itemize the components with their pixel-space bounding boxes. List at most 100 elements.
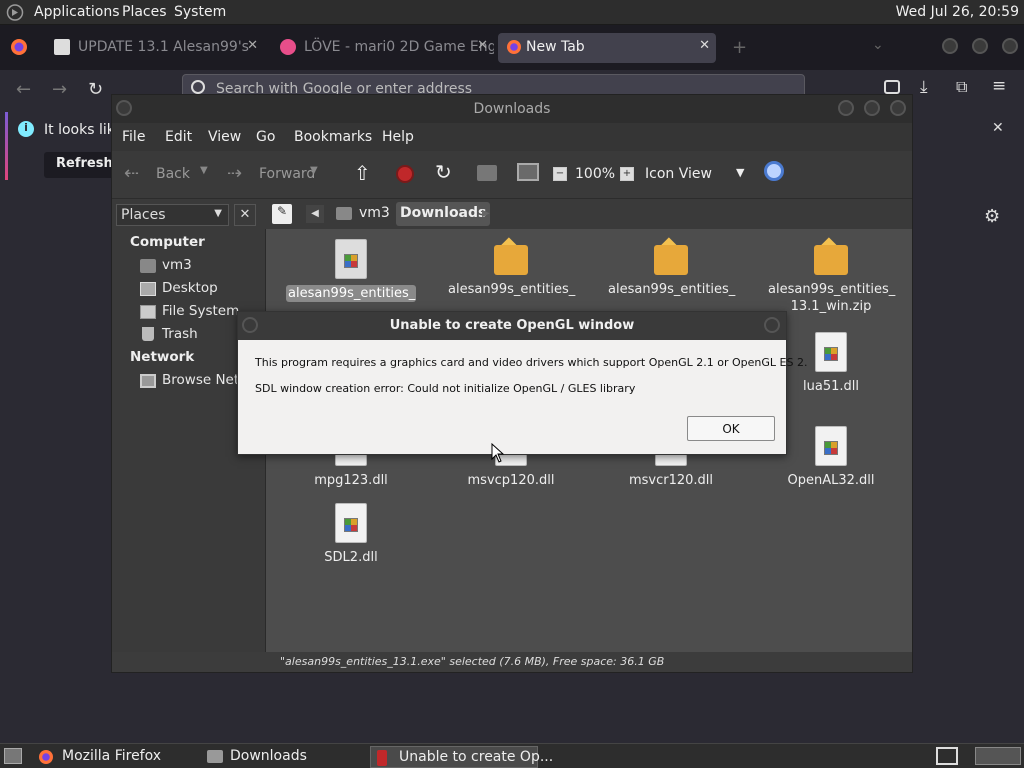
chevron-down-icon[interactable]: ▼: [310, 165, 318, 176]
path-left-arrow[interactable]: ◀: [306, 205, 324, 223]
chevron-down-icon: ▼: [214, 208, 222, 219]
file-item[interactable]: alesan99s_entities_: [446, 237, 576, 298]
file-name: mpg123.dll: [314, 473, 388, 488]
taskbar-item-firefox[interactable]: Mozilla Firefox: [34, 746, 167, 768]
pocket-icon[interactable]: [884, 80, 900, 94]
view-mode-select[interactable]: Icon View: [645, 166, 712, 182]
menu-edit[interactable]: Edit: [165, 129, 192, 145]
sidebar-heading-network: Network: [130, 349, 195, 365]
close-window-button[interactable]: [764, 317, 780, 333]
back-button[interactable]: Back: [156, 166, 190, 182]
menu-file[interactable]: File: [122, 129, 145, 145]
tab-new-tab[interactable]: New Tab ✕: [498, 33, 716, 63]
site-icon: [54, 39, 70, 55]
reload-icon[interactable]: ↻: [435, 160, 452, 184]
sidebar-item-file-system[interactable]: File System: [162, 303, 239, 319]
path-vm3[interactable]: vm3: [359, 205, 390, 221]
chevron-down-icon[interactable]: ▼: [736, 166, 744, 179]
minimize-button[interactable]: [838, 100, 854, 116]
close-icon[interactable]: ✕: [477, 38, 488, 53]
zoom-level: 100%: [575, 166, 616, 182]
path-right-arrow[interactable]: ▶: [482, 205, 490, 223]
workspace-switcher-icon[interactable]: [936, 747, 958, 765]
sidebar-item-desktop[interactable]: Desktop: [162, 280, 218, 296]
close-sidebar-button[interactable]: ✕: [234, 204, 256, 226]
back-arrow-icon[interactable]: ⇠: [124, 163, 139, 184]
menu-places[interactable]: Places: [122, 4, 167, 20]
close-icon[interactable]: ✕: [992, 120, 1004, 136]
chevron-down-icon[interactable]: ▼: [200, 165, 208, 176]
minimize-button[interactable]: [942, 38, 958, 54]
zoom-out-icon[interactable]: −: [553, 167, 567, 181]
file-item[interactable]: alesan99s_entities_ 13.1_win.zip: [766, 237, 896, 315]
menu-go[interactable]: Go: [256, 129, 275, 145]
forward-arrow-icon[interactable]: ⇢: [227, 163, 242, 184]
gear-icon[interactable]: ⚙: [984, 206, 1000, 227]
maximize-button[interactable]: [864, 100, 880, 116]
file-name: alesan99s_entities_: [608, 282, 736, 297]
firefox-icon: [506, 39, 522, 55]
ok-button[interactable]: OK: [687, 416, 775, 441]
up-arrow-icon[interactable]: ⇧: [354, 161, 371, 185]
window-titlebar[interactable]: Downloads: [112, 95, 912, 123]
file-name: msvcp120.dll: [467, 473, 555, 488]
sidebar-item-trash[interactable]: Trash: [162, 326, 198, 342]
firefox-icon[interactable]: [10, 38, 28, 56]
taskbar-label: Downloads: [230, 748, 307, 764]
tab-love-engine[interactable]: LÖVE - mari0 2D Game Eng ✕: [272, 33, 494, 63]
menu-system[interactable]: System: [174, 4, 226, 20]
close-icon[interactable]: ✕: [247, 38, 258, 53]
maximize-button[interactable]: [972, 38, 988, 54]
menu-view[interactable]: View: [208, 129, 241, 145]
executable-icon: [335, 239, 367, 279]
close-window-button[interactable]: [1002, 38, 1018, 54]
file-item[interactable]: SDL2.dll: [286, 503, 416, 566]
error-dialog: Unable to create OpenGL window This prog…: [237, 311, 807, 455]
tab-alesan-update[interactable]: UPDATE 13.1 Alesan99's ✕: [46, 33, 264, 63]
menu-applications[interactable]: Applications: [34, 4, 120, 20]
new-tab-icon[interactable]: +: [732, 37, 747, 58]
places-label: Places: [121, 207, 166, 223]
search-icon[interactable]: [764, 161, 784, 181]
hamburger-menu-icon[interactable]: ≡: [992, 76, 1006, 96]
window-title: Downloads: [473, 101, 551, 117]
taskbar-item-downloads[interactable]: Downloads: [202, 746, 313, 768]
forward-button[interactable]: Forward: [259, 166, 315, 182]
info-icon: i: [18, 121, 34, 137]
close-window-button[interactable]: [890, 100, 906, 116]
zoom-in-icon[interactable]: +: [620, 167, 634, 181]
status-bar: "alesan99s_entities_13.1.exe" selected (…: [266, 652, 912, 672]
top-panel: Applications Places System Wed Jul 26, 2…: [0, 0, 1024, 25]
file-item[interactable]: alesan99s_entities_: [606, 237, 736, 298]
show-desktop-icon[interactable]: [4, 748, 22, 764]
dialog-title[interactable]: Unable to create OpenGL window: [238, 312, 786, 340]
path-downloads[interactable]: Downloads: [396, 202, 491, 226]
computer-icon[interactable]: [517, 163, 539, 181]
menu-bookmarks[interactable]: Bookmarks: [294, 129, 372, 145]
stop-icon[interactable]: [396, 165, 414, 183]
taskbar-item-dialog[interactable]: Unable to create Op...: [370, 746, 553, 768]
workspace-indicator[interactable]: [975, 747, 1021, 765]
toolbar: ⇠ Back ▼ ⇢ Forward ▼ ⇧ ↻ − 100% + Icon V…: [112, 151, 912, 199]
sidebar-item-vm3[interactable]: vm3: [162, 257, 192, 273]
sidebar-heading-computer: Computer: [130, 234, 205, 250]
file-item[interactable]: alesan99s_entities_: [286, 239, 416, 302]
download-icon[interactable]: ⤓: [920, 77, 928, 97]
love-icon: [280, 39, 296, 55]
chevron-down-icon[interactable]: ⌄: [872, 37, 884, 53]
system-logo-icon[interactable]: [6, 4, 24, 21]
extensions-icon[interactable]: ⧉: [956, 77, 967, 97]
menu-bar: File Edit View Go Bookmarks Help: [112, 123, 912, 151]
menu-help[interactable]: Help: [382, 129, 414, 145]
clock[interactable]: Wed Jul 26, 20:59: [896, 4, 1019, 20]
home-folder-icon[interactable]: [477, 165, 497, 181]
network-icon: [140, 374, 156, 388]
forward-arrow-icon[interactable]: →: [52, 79, 67, 100]
places-select[interactable]: Places ▼: [116, 204, 229, 226]
edit-location-icon[interactable]: ✎: [272, 204, 292, 224]
close-icon[interactable]: ✕: [699, 38, 710, 53]
reload-icon[interactable]: ↻: [88, 79, 103, 100]
window-menu-button[interactable]: [242, 317, 258, 333]
back-arrow-icon[interactable]: ←: [16, 79, 31, 100]
file-name: SDL2.dll: [324, 550, 378, 565]
